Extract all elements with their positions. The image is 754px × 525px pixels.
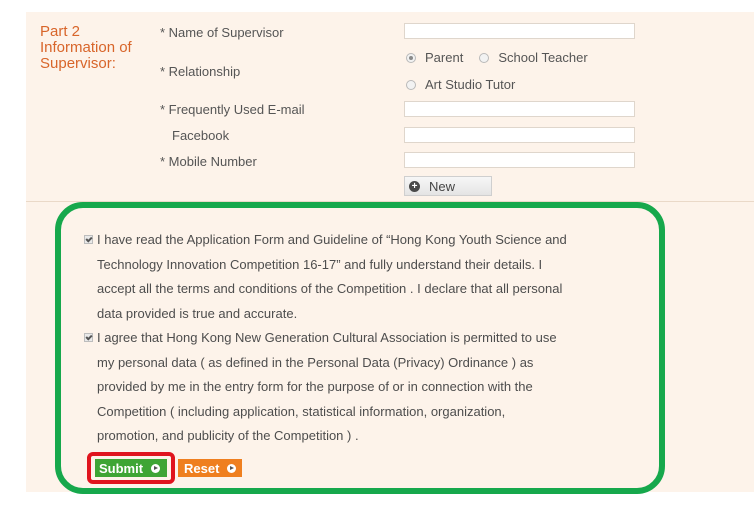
submit-highlight-outline <box>87 452 175 484</box>
relationship-row-2: Art Studio Tutor <box>406 77 515 92</box>
radio-school-teacher[interactable] <box>479 52 490 63</box>
plus-icon: + <box>409 180 420 192</box>
supervisor-name-input[interactable] <box>404 23 635 39</box>
radio-parent-label: Parent <box>425 50 464 65</box>
section-title-line: Part 2 <box>40 23 81 40</box>
email-label: * Frequently Used E-mail <box>160 102 305 117</box>
mobile-input[interactable] <box>404 152 635 168</box>
relationship-row-1: Parent School Teacher <box>406 50 588 65</box>
section-title-line: Information of <box>40 39 132 56</box>
supervisor-name-label: * Name of Supervisor <box>160 25 284 40</box>
radio-art-studio-tutor-label: Art Studio Tutor <box>425 77 516 92</box>
relationship-label: * Relationship <box>160 64 241 79</box>
section-title: Part 2 Information of Supervisor: <box>40 24 160 72</box>
facebook-label: Facebook <box>172 128 230 143</box>
email-input[interactable] <box>404 101 635 117</box>
radio-art-studio-tutor[interactable] <box>406 79 416 90</box>
section-title-line: Supervisor: <box>40 55 116 72</box>
new-button-label: New <box>429 178 456 194</box>
facebook-input[interactable] <box>404 127 635 143</box>
new-button[interactable]: + New <box>404 176 492 196</box>
mobile-label: * Mobile Number <box>160 154 257 169</box>
radio-parent[interactable] <box>406 52 416 63</box>
agreement-highlight-outline <box>55 202 665 494</box>
radio-school-teacher-label: School Teacher <box>498 50 588 65</box>
